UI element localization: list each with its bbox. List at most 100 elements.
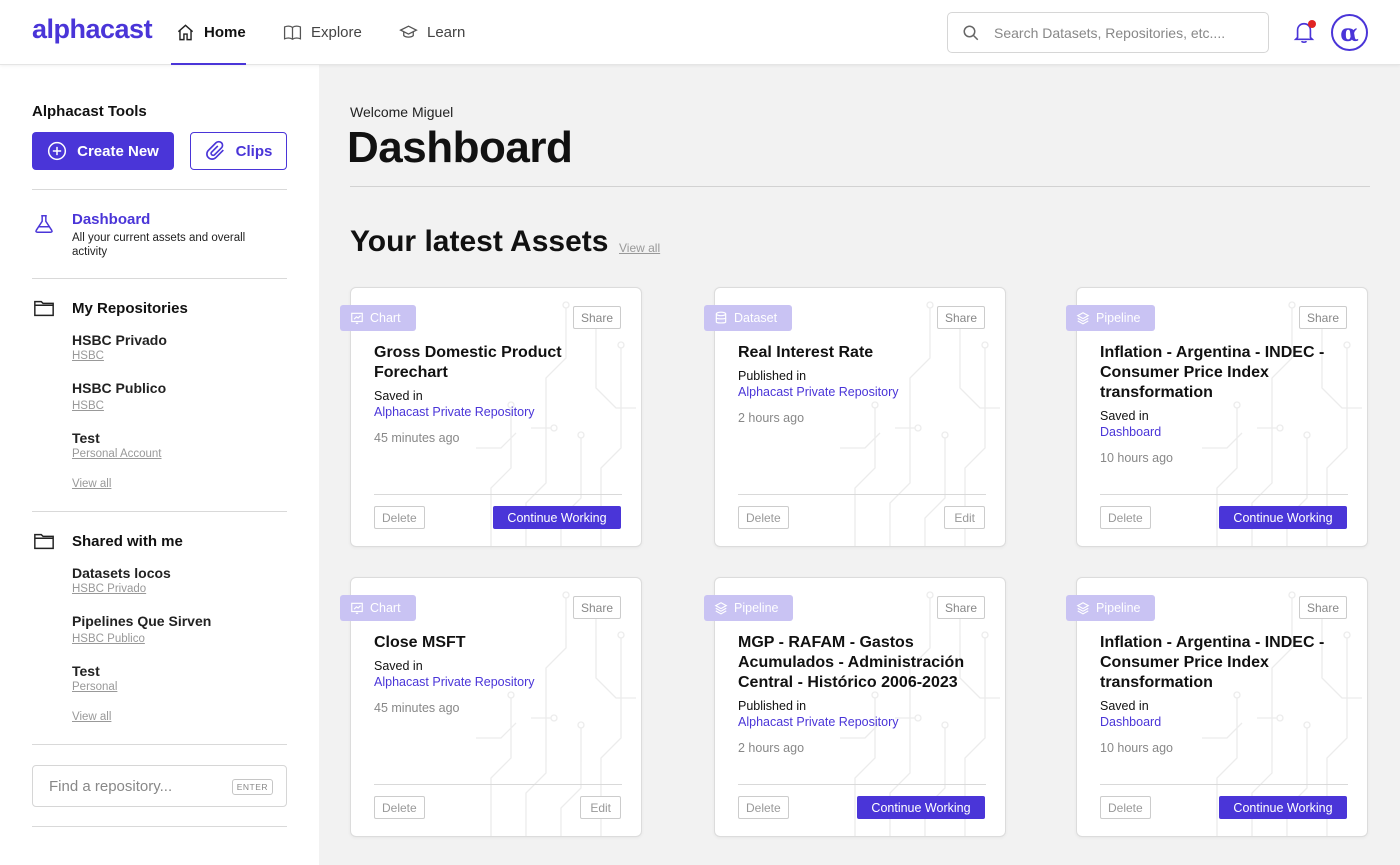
saved-in-label: Saved in	[374, 389, 423, 403]
asset-meta: Published in Alphacast Private Repository…	[738, 699, 988, 755]
asset-type-badge: Pipeline	[704, 595, 794, 621]
repo-item-owner[interactable]: HSBC	[72, 400, 104, 412]
asset-title[interactable]: Real Interest Rate	[738, 343, 988, 363]
asset-card[interactable]: Chart Share Close MSFT Saved in Alphacast Pr…	[340, 577, 642, 837]
nav-learn[interactable]: Learn	[399, 0, 465, 65]
asset-location-link[interactable]: Alphacast Private Repository	[374, 675, 624, 690]
nav-home[interactable]: Home	[171, 0, 246, 65]
delete-button[interactable]: Delete	[738, 796, 789, 819]
divider	[738, 784, 986, 785]
saved-in-label: Published in	[738, 699, 807, 713]
alphacast-logo[interactable]: alphacast	[32, 14, 153, 45]
divider	[350, 186, 1370, 187]
repo-item-name[interactable]: HSBC Publico	[72, 380, 166, 396]
repo-item-name[interactable]: Test	[72, 430, 100, 446]
share-button[interactable]: Share	[1298, 306, 1347, 329]
chart-icon	[351, 312, 363, 324]
asset-location-link[interactable]: Alphacast Private Repository	[738, 385, 988, 400]
delete-button[interactable]: Delete	[374, 796, 425, 819]
shared-item-name[interactable]: Pipelines Que Sirven	[72, 613, 211, 629]
share-button[interactable]: Share	[572, 306, 621, 329]
asset-timestamp: 10 hours ago	[1100, 451, 1173, 465]
asset-title[interactable]: Inflation - Argentina - INDEC - Consumer…	[1100, 633, 1350, 693]
share-button[interactable]: Share	[936, 306, 985, 329]
divider	[1100, 494, 1348, 495]
edit-button[interactable]: Edit	[944, 506, 985, 529]
assets-view-all-link[interactable]: View all	[619, 241, 660, 255]
delete-button[interactable]: Delete	[1100, 506, 1151, 529]
asset-card[interactable]: Pipeline Share Inflation - Argentina - IND…	[1066, 577, 1368, 837]
delete-button[interactable]: Delete	[374, 506, 425, 529]
asset-location-link[interactable]: Alphacast Private Repository	[374, 405, 624, 420]
welcome-text: Welcome Miguel	[350, 104, 454, 120]
saved-in-label: Published in	[738, 369, 807, 383]
share-button[interactable]: Share	[1298, 596, 1347, 619]
find-repository-input[interactable]	[49, 777, 219, 795]
my-repositories-view-all-link[interactable]: View all	[72, 478, 111, 490]
folder-icon	[34, 300, 54, 317]
edit-button[interactable]: Edit	[580, 796, 621, 819]
asset-title[interactable]: Inflation - Argentina - INDEC - Consumer…	[1100, 343, 1350, 403]
nav-explore[interactable]: Explore	[283, 0, 362, 65]
asset-location-link[interactable]: Dashboard	[1100, 425, 1350, 440]
share-button[interactable]: Share	[572, 596, 621, 619]
asset-type-label: Pipeline	[1096, 311, 1141, 325]
asset-location-link[interactable]: Alphacast Private Repository	[738, 715, 988, 730]
repo-item-owner[interactable]: HSBC	[72, 350, 104, 362]
my-repositories-heading: My Repositories	[72, 300, 188, 317]
dashboard-description: All your current assets and overall acti…	[72, 232, 246, 258]
asset-type-label: Chart	[370, 311, 401, 325]
asset-type-badge: Dataset	[704, 305, 793, 331]
delete-button[interactable]: Delete	[738, 506, 789, 529]
asset-location-link[interactable]: Dashboard	[1100, 715, 1350, 730]
database-icon	[715, 311, 727, 324]
asset-title[interactable]: Close MSFT	[374, 633, 624, 653]
continue-working-button[interactable]: Continue Working	[1219, 796, 1347, 819]
asset-card[interactable]: Pipeline Share Inflation - Argentina - IND…	[1066, 287, 1368, 547]
shared-item-name[interactable]: Datasets locos	[72, 565, 171, 581]
paperclip-icon	[205, 140, 224, 160]
clips-button[interactable]: Clips	[190, 132, 287, 170]
saved-in-label: Saved in	[374, 659, 423, 673]
asset-type-label: Dataset	[734, 311, 778, 325]
enter-key-hint: ENTER	[231, 779, 273, 795]
flask-icon	[35, 215, 53, 233]
divider	[374, 784, 622, 785]
divider	[32, 511, 287, 512]
asset-timestamp: 45 minutes ago	[374, 431, 460, 445]
saved-in-label: Saved in	[1100, 409, 1149, 423]
asset-card[interactable]: Pipeline Share MGP - RAFAM - Gastos Acumul…	[704, 577, 1006, 837]
search-input[interactable]	[994, 24, 1244, 41]
search-bar[interactable]	[947, 12, 1269, 53]
delete-button[interactable]: Delete	[1100, 796, 1151, 819]
divider	[32, 189, 287, 190]
asset-card[interactable]: Dataset Share Real Interest Rate Published …	[704, 287, 1006, 547]
create-new-button[interactable]: Create New	[32, 132, 174, 170]
shared-with-me-heading: Shared with me	[72, 533, 183, 550]
layers-icon	[714, 602, 728, 615]
shared-item-owner[interactable]: HSBC Privado	[72, 583, 146, 595]
repo-item-name[interactable]: HSBC Privado	[72, 332, 167, 348]
shared-item-owner[interactable]: HSBC Publico	[72, 633, 145, 645]
sidebar: Alphacast Tools Create New Clips Dashboa…	[0, 65, 319, 865]
continue-working-button[interactable]: Continue Working	[493, 506, 621, 529]
nav-learn-label: Learn	[427, 24, 466, 41]
asset-title[interactable]: Gross Domestic Product Forechart	[374, 343, 624, 383]
shared-item-name[interactable]: Test	[72, 663, 100, 679]
repo-item-owner[interactable]: Personal Account	[72, 448, 162, 460]
notification-dot	[1308, 20, 1316, 28]
asset-type-badge: Chart	[340, 595, 416, 621]
sidebar-item-dashboard[interactable]: Dashboard	[72, 211, 150, 228]
shared-item-owner[interactable]: Personal	[72, 681, 117, 693]
divider	[32, 744, 287, 745]
continue-working-button[interactable]: Continue Working	[857, 796, 985, 819]
divider	[374, 494, 622, 495]
user-avatar[interactable]: α	[1331, 14, 1368, 51]
shared-view-all-link[interactable]: View all	[72, 711, 111, 723]
asset-title[interactable]: MGP - RAFAM - Gastos Acumulados - Admini…	[738, 633, 988, 693]
nav-explore-label: Explore	[311, 24, 362, 41]
asset-card[interactable]: Chart Share Gross Domestic Product Forecha…	[340, 287, 642, 547]
continue-working-button[interactable]: Continue Working	[1219, 506, 1347, 529]
share-button[interactable]: Share	[936, 596, 985, 619]
find-repository-field[interactable]: ENTER	[32, 765, 287, 807]
